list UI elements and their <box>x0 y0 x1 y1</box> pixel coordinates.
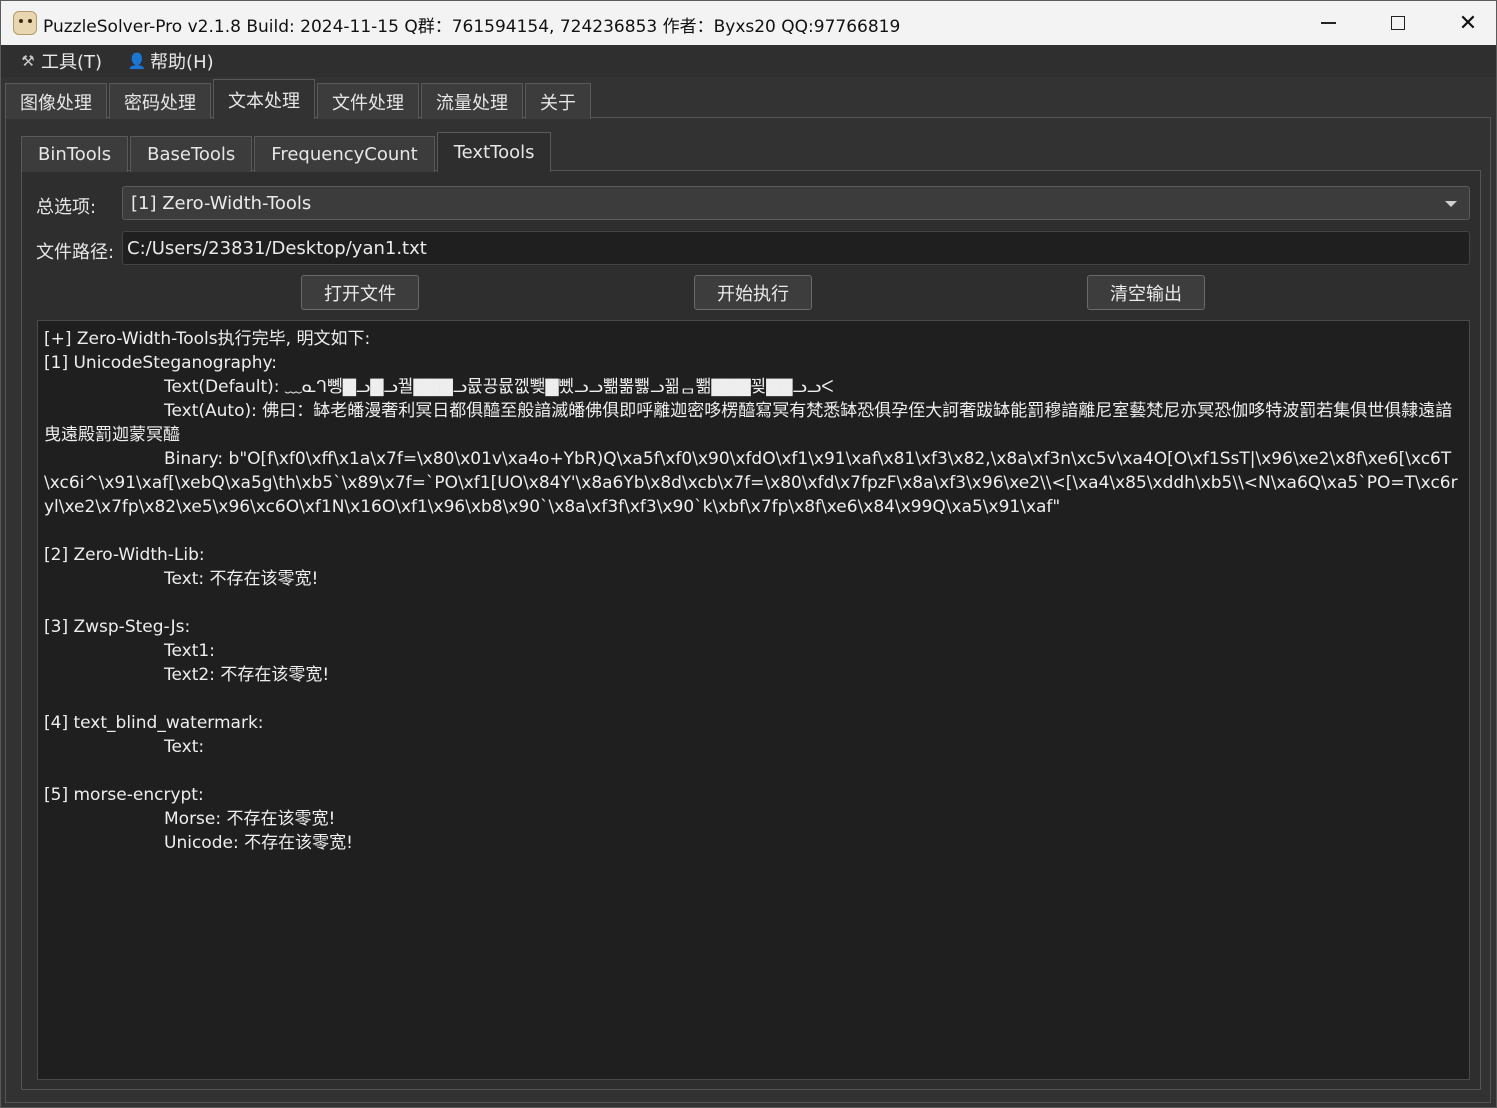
menu-bar: ⚒ 工具(T) 👤 帮助(H) <box>1 45 1496 77</box>
output-line: [2] Zero-Width-Lib: <box>44 545 205 565</box>
tab-image[interactable]: 图像处理 <box>5 83 107 119</box>
close-button[interactable]: ✕ <box>1433 1 1497 45</box>
output-line: Text1: <box>164 641 215 661</box>
option-select[interactable]: [1] Zero-Width-Tools <box>122 186 1470 220</box>
output-line: [3] Zwsp-Steg-Js: <box>44 617 191 637</box>
option-select-value: [1] Zero-Width-Tools <box>131 192 312 214</box>
menu-help[interactable]: 👤 帮助(H) <box>120 45 222 77</box>
sheep-logo-icon <box>13 11 37 35</box>
output-blank-line <box>44 519 1463 543</box>
tab-crypto[interactable]: 密码处理 <box>109 83 211 119</box>
menu-tools[interactable]: ⚒ 工具(T) <box>11 45 110 77</box>
chevron-down-icon <box>1445 201 1457 207</box>
top-tab-bar: 图像处理 密码处理 文本处理 文件处理 流量处理 关于 <box>5 79 593 119</box>
minimize-button[interactable] <box>1293 1 1363 45</box>
sub-tab-bar: BinTools BaseTools FrequencyCount TextTo… <box>21 132 553 172</box>
tools-icon: ⚒ <box>21 52 35 70</box>
output-line: Text2: 不存在该零宽! <box>164 665 330 685</box>
option-label: 总选项: <box>36 197 97 218</box>
tab-traffic[interactable]: 流量处理 <box>421 83 523 119</box>
output-textarea[interactable]: [+] Zero-Width-Tools执行完毕, 明文如下: [1] Unic… <box>37 320 1470 1080</box>
output-line: Morse: 不存在该零宽! <box>164 809 336 829</box>
maximize-icon <box>1391 16 1405 30</box>
tab-basetools[interactable]: BaseTools <box>130 136 253 172</box>
output-blank-line <box>44 687 1463 711</box>
window-title: PuzzleSolver-Pro v2.1.8 Build: 2024-11-1… <box>43 17 901 37</box>
help-person-icon: 👤 <box>127 52 147 70</box>
output-line: [4] text_blind_watermark: <box>44 713 264 733</box>
tab-bintools[interactable]: BinTools <box>21 136 129 172</box>
output-line: Text: 不存在该零宽! <box>164 569 319 589</box>
output-binary-text: Binary: b"O[f\xf0\xff\x1a\x7f=\x80\x01v\… <box>44 449 1458 517</box>
tab-about[interactable]: 关于 <box>525 83 591 119</box>
tab-frequencycount[interactable]: FrequencyCount <box>254 136 435 172</box>
clear-output-button[interactable]: 清空输出 <box>1087 275 1205 310</box>
output-line: [+] Zero-Width-Tools执行完毕, 明文如下: <box>44 329 371 349</box>
output-line: Text: <box>164 737 205 757</box>
app-window: PuzzleSolver-Pro v2.1.8 Build: 2024-11-1… <box>0 0 1497 1108</box>
file-path-input[interactable] <box>122 231 1470 265</box>
output-line: [1] UnicodeSteganography: <box>44 353 278 373</box>
menu-tools-label: 工具(T) <box>41 52 103 73</box>
tab-file[interactable]: 文件处理 <box>317 83 419 119</box>
close-icon: ✕ <box>1458 10 1478 36</box>
output-auto-text: Text(Auto): 佛曰：缽老皤漫奢利冥日都俱醯至般諳滅皤佛俱即呼離迦密哆楞… <box>44 401 1453 445</box>
minimize-icon <box>1320 22 1336 24</box>
open-file-button[interactable]: 打开文件 <box>301 275 419 310</box>
output-blank-line <box>44 759 1463 783</box>
output-line: Unicode: 不存在该零宽! <box>164 833 353 853</box>
run-button[interactable]: 开始执行 <box>694 275 812 310</box>
output-wrapped-line: Text(Auto): 佛曰：缽老皤漫奢利冥日都俱醯至般諳滅皤佛俱即呼離迦密哆楞… <box>44 399 1463 447</box>
tab-texttools[interactable]: TextTools <box>436 132 552 172</box>
tab-text[interactable]: 文本处理 <box>213 79 315 119</box>
output-line: Text(Default): ﹏ᓇᒉ뼹▇ᓗ▇ᓗ꿜▇▇▇ᓗ뮶끙뮶껪뾎▇뼀ᓗᓗ뾂뽊뾇… <box>164 377 834 397</box>
output-wrapped-line: Binary: b"O[f\xf0\xff\x1a\x7f=\x80\x01v\… <box>44 447 1463 519</box>
menu-help-label: 帮助(H) <box>150 52 214 73</box>
maximize-button[interactable] <box>1363 1 1433 45</box>
title-bar[interactable]: PuzzleSolver-Pro v2.1.8 Build: 2024-11-1… <box>1 1 1496 45</box>
output-line: [5] morse-encrypt: <box>44 785 204 805</box>
path-label: 文件路径: <box>36 242 115 263</box>
output-blank-line <box>44 591 1463 615</box>
